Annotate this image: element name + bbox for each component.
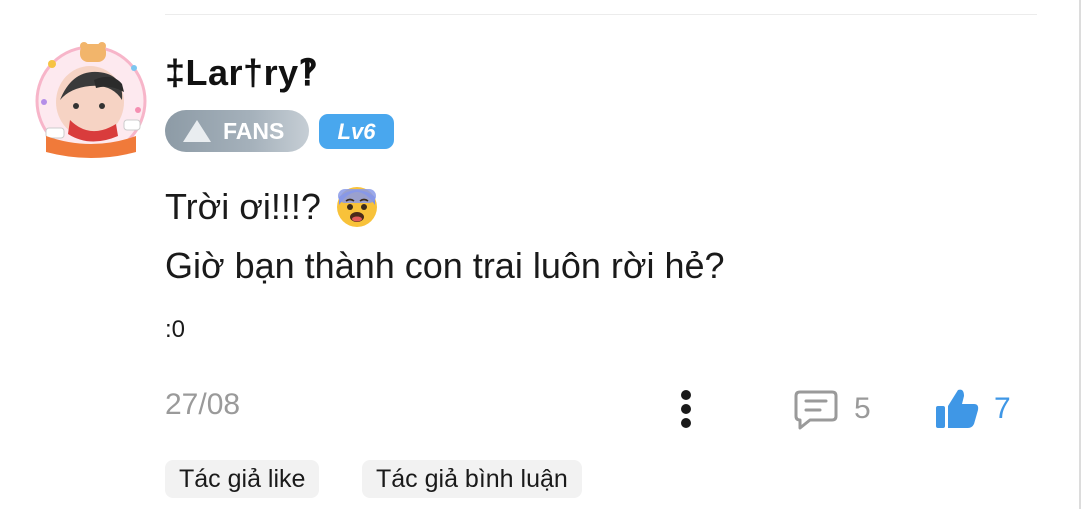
comment-line-1: Trời ơi!!!? bbox=[165, 185, 379, 229]
comment-text-2: Giờ bạn thành con trai luôn rời hẻ? bbox=[165, 245, 725, 286]
username[interactable]: ‡Lar†ry‽ bbox=[165, 52, 318, 94]
reply-button[interactable]: 5 bbox=[792, 388, 882, 430]
more-dot bbox=[681, 404, 691, 414]
like-button[interactable]: 7 bbox=[934, 386, 1024, 432]
comment-text-1: Trời ơi!!!? bbox=[165, 186, 321, 227]
like-count: 7 bbox=[994, 392, 1011, 425]
triangle-icon bbox=[183, 120, 211, 142]
top-divider bbox=[165, 14, 1037, 15]
avatar-caption: Giới thiệu Truyện chat bbox=[84, 179, 162, 187]
thumbs-up-icon bbox=[936, 389, 979, 428]
level-badge: Lv6 bbox=[319, 114, 394, 149]
more-dot bbox=[681, 418, 691, 428]
avatar-frame-image bbox=[35, 42, 147, 158]
fans-badge: FANS bbox=[165, 110, 309, 152]
more-vertical-icon[interactable] bbox=[676, 388, 696, 430]
author-reply-tag: Tác giả bình luận bbox=[362, 460, 582, 498]
fearful-face-emoji-icon bbox=[336, 187, 377, 227]
comment-icon bbox=[794, 390, 838, 430]
comment-date: 27/08 bbox=[165, 388, 241, 421]
reply-count: 5 bbox=[854, 392, 871, 425]
more-dot bbox=[681, 390, 691, 400]
fans-badge-label: FANS bbox=[223, 117, 285, 144]
comment-text-3: :0 bbox=[165, 316, 186, 343]
author-like-tag: Tác giả like bbox=[165, 460, 320, 498]
avatar[interactable]: Giới thiệu Truyện chat bbox=[32, 40, 161, 187]
